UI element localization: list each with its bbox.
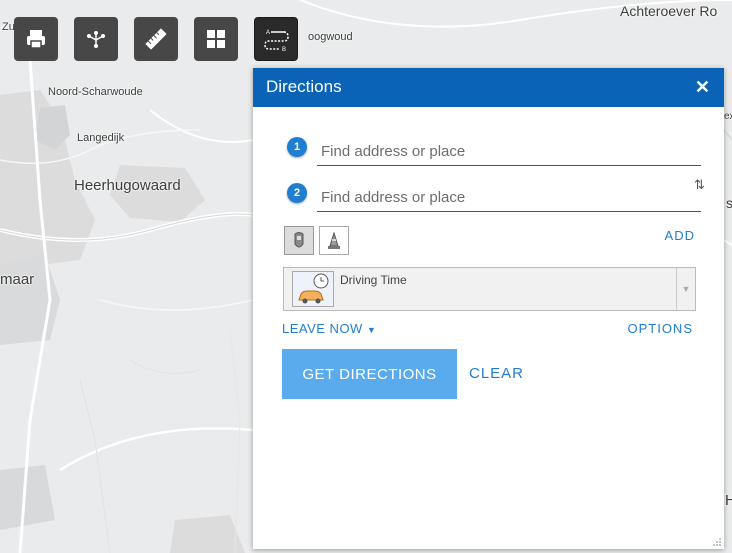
- add-stop-link[interactable]: ADD: [665, 228, 695, 243]
- chevron-down-icon[interactable]: ▼: [676, 268, 695, 310]
- map-label-hoogwoud: oogwoud: [308, 31, 353, 43]
- stop-2: 2: [283, 183, 701, 223]
- grid-icon: [207, 30, 225, 48]
- map-label-ex: ex: [724, 111, 732, 122]
- directions-panel-title: Directions: [266, 77, 342, 96]
- map-label-noord-scharwoude: Noord-Scharwoude: [48, 86, 143, 98]
- basemap-gallery-button[interactable]: [194, 17, 238, 61]
- stop-2-input[interactable]: [317, 183, 701, 212]
- map-label-achteroever: Achteroever Ro: [620, 3, 718, 19]
- map-label-s: s: [726, 195, 732, 211]
- clear-button[interactable]: CLEAR: [469, 365, 524, 382]
- travel-mode-select[interactable]: Driving Time ▼: [283, 267, 696, 311]
- traffic-cone-icon: [328, 231, 340, 249]
- leave-now-label: LEAVE NOW: [282, 321, 363, 336]
- stop-1: 1: [283, 137, 701, 177]
- svg-text:A: A: [266, 30, 270, 36]
- route-mode-stops-button[interactable]: [284, 226, 314, 255]
- map-label-zuid: Zu: [2, 21, 15, 33]
- stop-1-input[interactable]: [317, 137, 701, 166]
- map-label-h: H: [725, 492, 732, 509]
- leave-now-dropdown[interactable]: LEAVE NOW ▼: [282, 321, 376, 336]
- svg-text:B: B: [282, 47, 286, 52]
- caret-down-icon: ▼: [366, 325, 377, 335]
- directions-button[interactable]: A B: [254, 17, 298, 61]
- map-pin-icon: [294, 231, 304, 247]
- stop-1-marker: 1: [287, 137, 307, 157]
- travel-mode-value: Driving Time: [340, 273, 407, 287]
- share-button[interactable]: [74, 17, 118, 61]
- measure-button[interactable]: [134, 17, 178, 61]
- map-label-langedijk: Langedijk: [77, 132, 125, 144]
- options-link[interactable]: OPTIONS: [627, 321, 693, 336]
- directions-panel-header: Directions ✕: [253, 68, 724, 107]
- printer-icon: [27, 30, 45, 49]
- map-label-alkmaar: maar: [0, 271, 35, 288]
- directions-panel: Directions ✕ 1 2 ⇅ ADD: [253, 68, 724, 549]
- close-icon[interactable]: ✕: [695, 77, 710, 98]
- ruler-icon: [145, 28, 167, 50]
- directions-icon: A B: [264, 30, 289, 52]
- stop-2-marker: 2: [287, 183, 307, 203]
- map-label-heerhugowaard: Heerhugowaard: [74, 177, 181, 194]
- swap-stops-icon[interactable]: ⇅: [694, 177, 705, 193]
- print-button[interactable]: [14, 17, 58, 61]
- get-directions-button[interactable]: GET DIRECTIONS: [282, 349, 457, 399]
- car-clock-icon: [292, 271, 334, 307]
- route-mode-barriers-button[interactable]: [319, 226, 349, 255]
- resize-grip-icon[interactable]: [712, 537, 722, 547]
- network-icon: [87, 31, 105, 48]
